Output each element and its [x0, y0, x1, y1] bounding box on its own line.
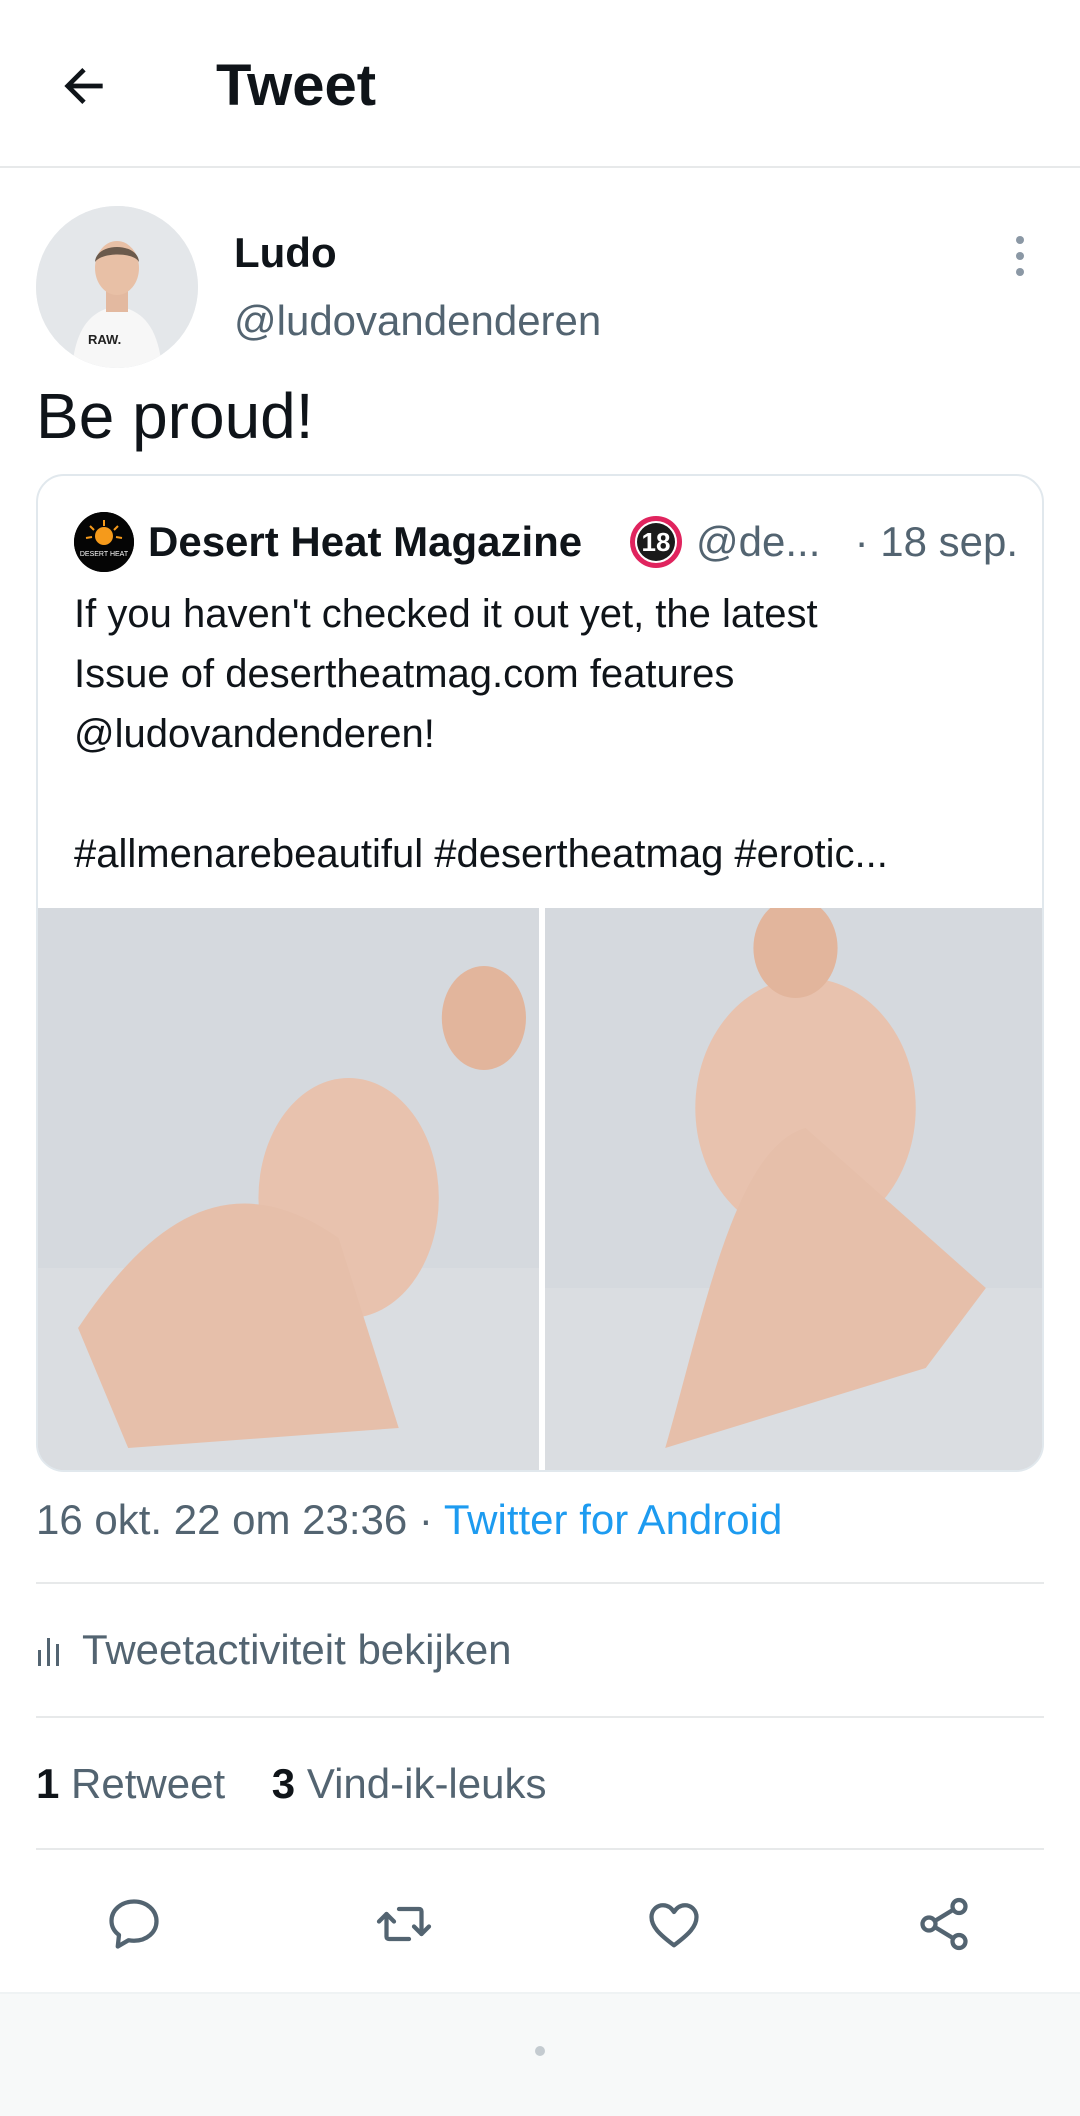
author-handle[interactable]: @ludovandenderen [234, 296, 601, 346]
reply-button[interactable] [98, 1888, 170, 1960]
vertical-dots-icon [1016, 236, 1024, 276]
home-indicator [535, 2046, 545, 2056]
page-title: Tweet [216, 53, 377, 118]
retweet-arrows-icon [376, 1906, 432, 1942]
arrow-left-icon [64, 68, 103, 104]
meta-separator: · [407, 1496, 444, 1543]
author-avatar[interactable]: RAW. [36, 206, 198, 368]
badge-label: 18 [637, 523, 675, 561]
like-button[interactable] [638, 1888, 710, 1960]
bar-chart-icon [38, 1638, 59, 1666]
engagement-stats: 1 Retweet 3 Vind-ik-leuks [36, 1754, 546, 1814]
quote-image-2[interactable] [545, 908, 1042, 1470]
activity-label: Tweetactiviteit bekijken [82, 1626, 512, 1673]
quoted-tweet[interactable]: DESERT HEAT Desert Heat Magazine 18 @de.… [36, 474, 1044, 1472]
app-header: Tweet [0, 0, 1080, 168]
heart-icon [649, 1903, 699, 1948]
divider [36, 1582, 1044, 1584]
quote-date: · 18 sep. [854, 518, 1018, 565]
desert-heat-logo: DESERT HEAT [74, 512, 134, 572]
photo-placeholder-2 [545, 908, 1042, 1470]
tweet-actions-bar [0, 1874, 1080, 1970]
bottom-navigation-bar [0, 1992, 1080, 2116]
avatar-photo: RAW. [36, 206, 198, 368]
more-options-button[interactable] [1000, 226, 1040, 286]
retweet-count: 1 [36, 1760, 60, 1807]
tweet-timestamp: 16 okt. 22 om 23:36 [36, 1496, 408, 1543]
photo-placeholder-1 [38, 908, 539, 1470]
quote-body-text: If you haven't checked it out yet, the l… [74, 592, 888, 876]
svg-text:DESERT HEAT: DESERT HEAT [80, 551, 129, 558]
divider [36, 1716, 1044, 1718]
retweet-button[interactable] [368, 1888, 440, 1960]
quote-author-handle[interactable]: @de... [696, 514, 820, 570]
author-name[interactable]: Ludo [234, 228, 337, 278]
quote-media-grid [38, 908, 1042, 1470]
speech-bubble-icon [109, 1899, 159, 1949]
like-count: 3 [271, 1760, 296, 1807]
retweet-label: Retweet [71, 1760, 226, 1807]
tweet-meta: 16 okt. 22 om 23:36 · Twitter for Androi… [36, 1490, 782, 1550]
back-button[interactable] [48, 50, 120, 122]
quote-author-avatar[interactable]: DESERT HEAT [74, 512, 134, 572]
share-button[interactable] [908, 1888, 980, 1960]
retweets-stat[interactable]: 1 Retweet [36, 1760, 225, 1807]
share-nodes-icon [920, 1897, 968, 1951]
quote-author-name[interactable]: Desert Heat Magazine [148, 514, 582, 570]
tweet-text: Be proud! [36, 380, 314, 452]
like-label: Vind-ik-leuks [306, 1760, 547, 1807]
tweet-source-link[interactable]: Twitter for Android [444, 1496, 782, 1543]
adult-content-badge: 18 [630, 516, 682, 568]
divider [36, 1848, 1044, 1850]
svg-text:RAW.: RAW. [88, 332, 121, 347]
quote-image-1[interactable] [38, 908, 539, 1470]
tweet-activity-link[interactable]: Tweetactiviteit bekijken [36, 1620, 512, 1680]
likes-stat[interactable]: 3 Vind-ik-leuks [272, 1760, 547, 1807]
